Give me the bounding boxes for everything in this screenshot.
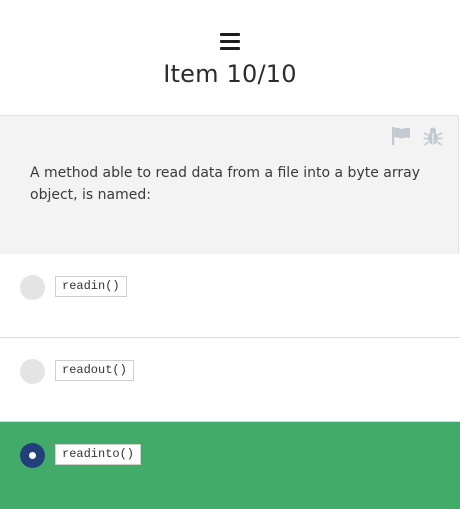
bug-icon[interactable] [422, 125, 444, 147]
menu-bar [220, 33, 240, 36]
question-card: A method able to read data from a file i… [0, 115, 459, 254]
flag-icon[interactable] [390, 125, 412, 147]
radio-button[interactable] [20, 275, 45, 300]
quiz-page: Item 10/10 A method able to read data fr… [0, 0, 460, 509]
answer-option[interactable]: readout() [0, 338, 460, 422]
option-label: readout() [55, 360, 134, 381]
radio-dot [29, 452, 36, 459]
answer-option-selected[interactable]: readinto() [0, 422, 460, 509]
option-label: readin() [55, 276, 127, 297]
radio-button[interactable] [20, 359, 45, 384]
menu-bar [220, 47, 240, 50]
question-text: A method able to read data from a file i… [30, 165, 420, 203]
answer-option[interactable]: readin() [0, 254, 460, 338]
option-label: readinto() [55, 444, 142, 465]
hamburger-menu-icon[interactable] [218, 31, 242, 53]
radio-button-selected[interactable] [20, 443, 45, 468]
header: Item 10/10 [0, 0, 460, 115]
menu-bar [220, 40, 240, 43]
item-counter-title: Item 10/10 [163, 60, 297, 88]
